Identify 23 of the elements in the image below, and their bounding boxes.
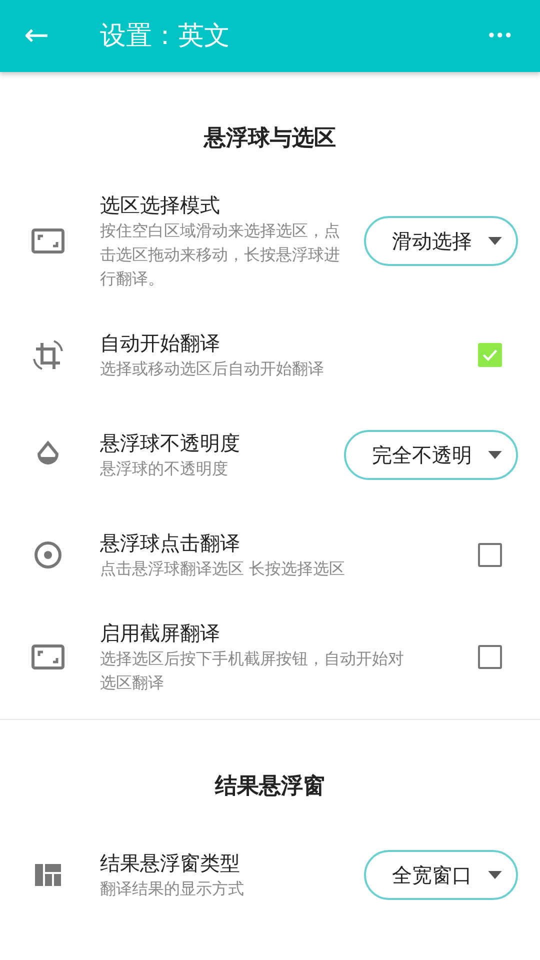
caret-icon	[488, 451, 502, 459]
setting-description: 点击悬浮球翻译选区 长按选择选区	[100, 558, 346, 580]
dropdown[interactable]: 完全不透明	[344, 430, 518, 480]
setting-label: 悬浮球点击翻译	[100, 530, 241, 557]
dropdown[interactable]: 滑动选择	[364, 216, 518, 266]
section-title: 悬浮球与选区	[202, 125, 337, 153]
setting-label: 选区选择模式	[100, 192, 221, 219]
screen-title: 设置：英文	[100, 20, 230, 52]
setting-label: 结果悬浮窗类型	[100, 850, 241, 877]
setting-description: 选择或移动选区后自动开始翻译	[100, 358, 325, 380]
caret-icon	[488, 871, 502, 879]
setting-description: 选择选区后按下手机截屏按钮，自动开始对选区翻译	[100, 648, 405, 694]
setting-description: 翻译结果的显示方式	[100, 878, 245, 900]
caret-icon	[488, 237, 502, 245]
setting-label: 自动开始翻译	[100, 330, 221, 357]
dropdown[interactable]: 全宽窗口	[364, 850, 518, 900]
checkbox[interactable]	[478, 543, 502, 567]
setting-description: 悬浮球的不透明度	[100, 458, 229, 480]
setting-description: 按住空白区域滑动来选择选区，点击选区拖动来移动，长按悬浮球进行翻译。	[100, 220, 341, 290]
section-title: 结果悬浮窗	[214, 772, 326, 801]
setting-label: 悬浮球不透明度	[100, 430, 241, 457]
checkbox[interactable]	[478, 645, 502, 669]
setting-label: 启用截屏翻译	[100, 620, 221, 647]
